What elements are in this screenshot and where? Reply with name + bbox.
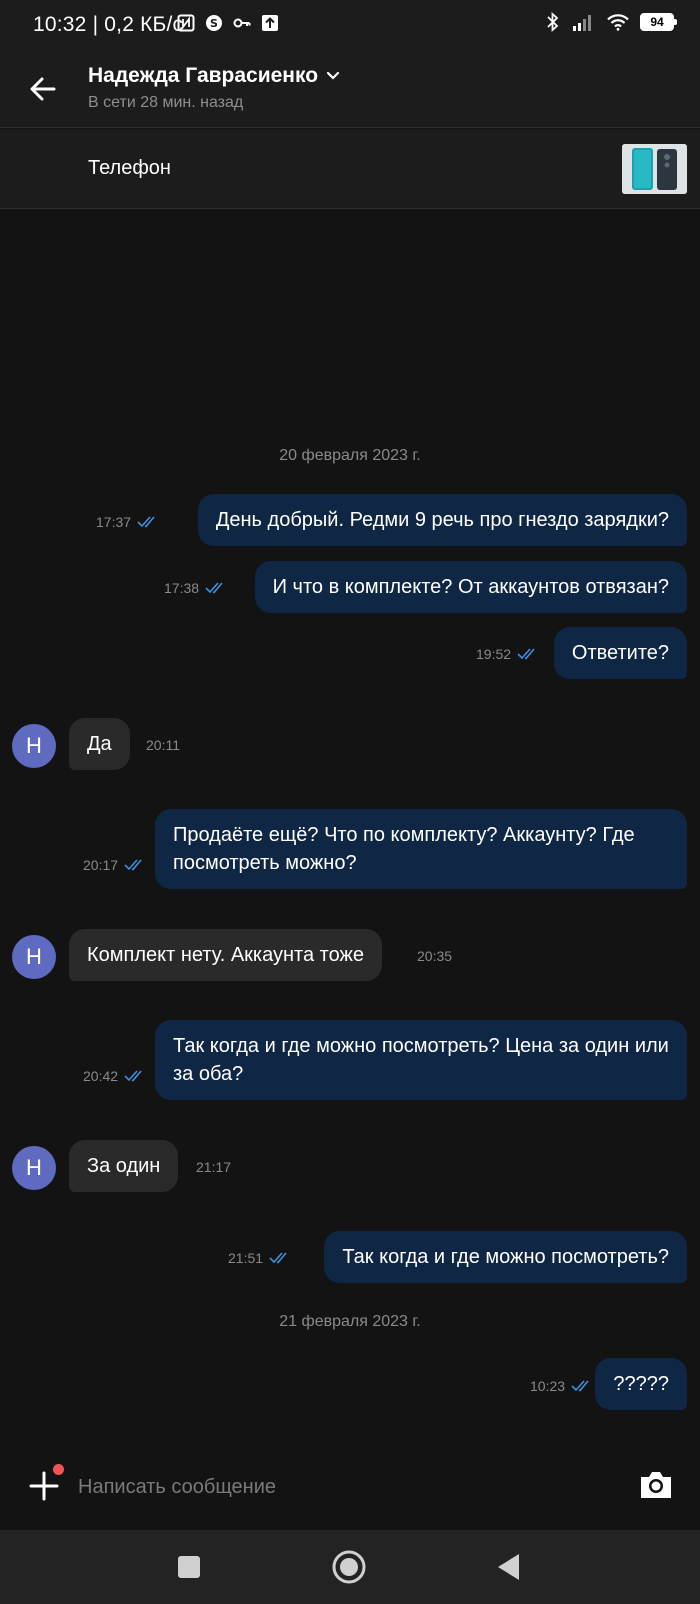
date-separator: 21 февраля 2023 г. xyxy=(279,1313,421,1330)
read-checkmarks-icon xyxy=(137,516,155,528)
camera-button[interactable] xyxy=(638,1468,674,1502)
incoming-message[interactable]: Комплект нету. Аккаунта тоже xyxy=(69,929,383,981)
message-input[interactable] xyxy=(78,1470,578,1504)
message-time: 20:42 xyxy=(83,1068,119,1084)
read-checkmarks-icon xyxy=(517,648,535,660)
chevron-down-icon xyxy=(326,71,340,80)
upload-icon xyxy=(261,14,279,32)
square-icon xyxy=(178,1556,200,1578)
contact-name-dropdown[interactable]: Надежда Гаврасиенко xyxy=(88,64,340,88)
message-time: 19:52 xyxy=(476,646,512,662)
message-time: 17:37 xyxy=(96,514,132,530)
message-meta: 21:17 xyxy=(196,1159,231,1175)
chat-header: Надежда Гаврасиенко В сети 28 мин. назад xyxy=(0,48,700,128)
notification-dot xyxy=(53,1464,64,1475)
message-time: 20:35 xyxy=(417,948,453,964)
home-circle-icon xyxy=(332,1550,366,1584)
outgoing-message[interactable]: Так когда и где можно посмотреть? Цена з… xyxy=(155,1020,687,1100)
message-time: 21:51 xyxy=(228,1250,264,1266)
message-composer xyxy=(0,1446,700,1530)
contact-status: В сети 28 мин. назад xyxy=(88,94,244,111)
avatar[interactable]: Н xyxy=(12,935,56,979)
message-time: 21:17 xyxy=(196,1159,232,1175)
svg-text:S: S xyxy=(210,17,218,30)
home-button[interactable] xyxy=(330,1548,368,1586)
read-checkmarks-icon xyxy=(124,859,142,871)
contact-name: Надежда Гаврасиенко xyxy=(88,64,319,87)
message-meta: 20:11 xyxy=(146,737,180,753)
message-meta: 21:51 xyxy=(228,1250,291,1266)
recents-button[interactable] xyxy=(170,1548,208,1586)
nfc-icon xyxy=(177,14,195,32)
message-time: 10:23 xyxy=(530,1378,566,1394)
message-meta: 20:42 xyxy=(83,1068,146,1084)
money-app-icon: S xyxy=(205,14,223,32)
status-bar: 10:32 | 0,2 КБ/с S 94 xyxy=(0,0,700,48)
battery-icon: 94 xyxy=(640,13,677,31)
message-time: 20:17 xyxy=(83,857,119,873)
date-separator: 20 февраля 2023 г. xyxy=(279,447,421,464)
back-button[interactable] xyxy=(22,68,64,110)
message-time: 20:11 xyxy=(146,737,180,753)
read-checkmarks-icon xyxy=(269,1252,287,1264)
outgoing-message[interactable]: Ответите? xyxy=(553,627,687,679)
status-icons-right: 94 xyxy=(544,12,677,32)
status-icons-left: S xyxy=(177,14,279,32)
read-checkmarks-icon xyxy=(571,1380,589,1392)
wifi-icon xyxy=(606,13,630,31)
signal-icon xyxy=(572,13,596,31)
message-meta: 17:37 xyxy=(96,514,159,530)
status-time: 10:32 | 0,2 КБ/с xyxy=(33,13,184,36)
message-meta: 20:17 xyxy=(83,857,146,873)
incoming-message[interactable]: За один xyxy=(69,1140,179,1192)
triangle-back-icon xyxy=(498,1554,519,1580)
arrow-left-icon xyxy=(30,77,56,101)
message-meta: 19:52 xyxy=(476,646,539,662)
avatar[interactable]: Н xyxy=(12,1146,56,1190)
outgoing-message[interactable]: День добрый. Редми 9 речь про гнездо зар… xyxy=(197,494,687,546)
camera-icon xyxy=(641,1472,671,1498)
back-nav-button[interactable] xyxy=(490,1548,528,1586)
listing-title: Телефон xyxy=(88,157,171,179)
outgoing-message[interactable]: Так когда и где можно посмотреть? xyxy=(324,1231,687,1283)
outgoing-message[interactable]: ????? xyxy=(595,1358,687,1410)
outgoing-message[interactable]: И что в комплекте? От аккаунтов отвязан? xyxy=(254,561,687,613)
incoming-message[interactable]: Да xyxy=(69,718,130,770)
outgoing-message[interactable]: Продаёте ещё? Что по комплекту? Аккаунту… xyxy=(155,809,687,889)
read-checkmarks-icon xyxy=(205,582,223,594)
listing-bar[interactable]: Телефон xyxy=(0,129,700,209)
message-meta: 17:38 xyxy=(164,580,227,596)
message-time: 17:38 xyxy=(164,580,200,596)
read-checkmarks-icon xyxy=(124,1070,142,1082)
avatar[interactable]: Н xyxy=(12,724,56,768)
message-meta: 10:23 xyxy=(530,1378,593,1394)
system-nav-bar xyxy=(0,1530,700,1604)
bluetooth-icon xyxy=(544,12,562,32)
vpn-key-icon xyxy=(233,14,251,32)
message-meta: 20:35 xyxy=(417,948,452,964)
listing-thumbnail[interactable] xyxy=(622,144,687,194)
